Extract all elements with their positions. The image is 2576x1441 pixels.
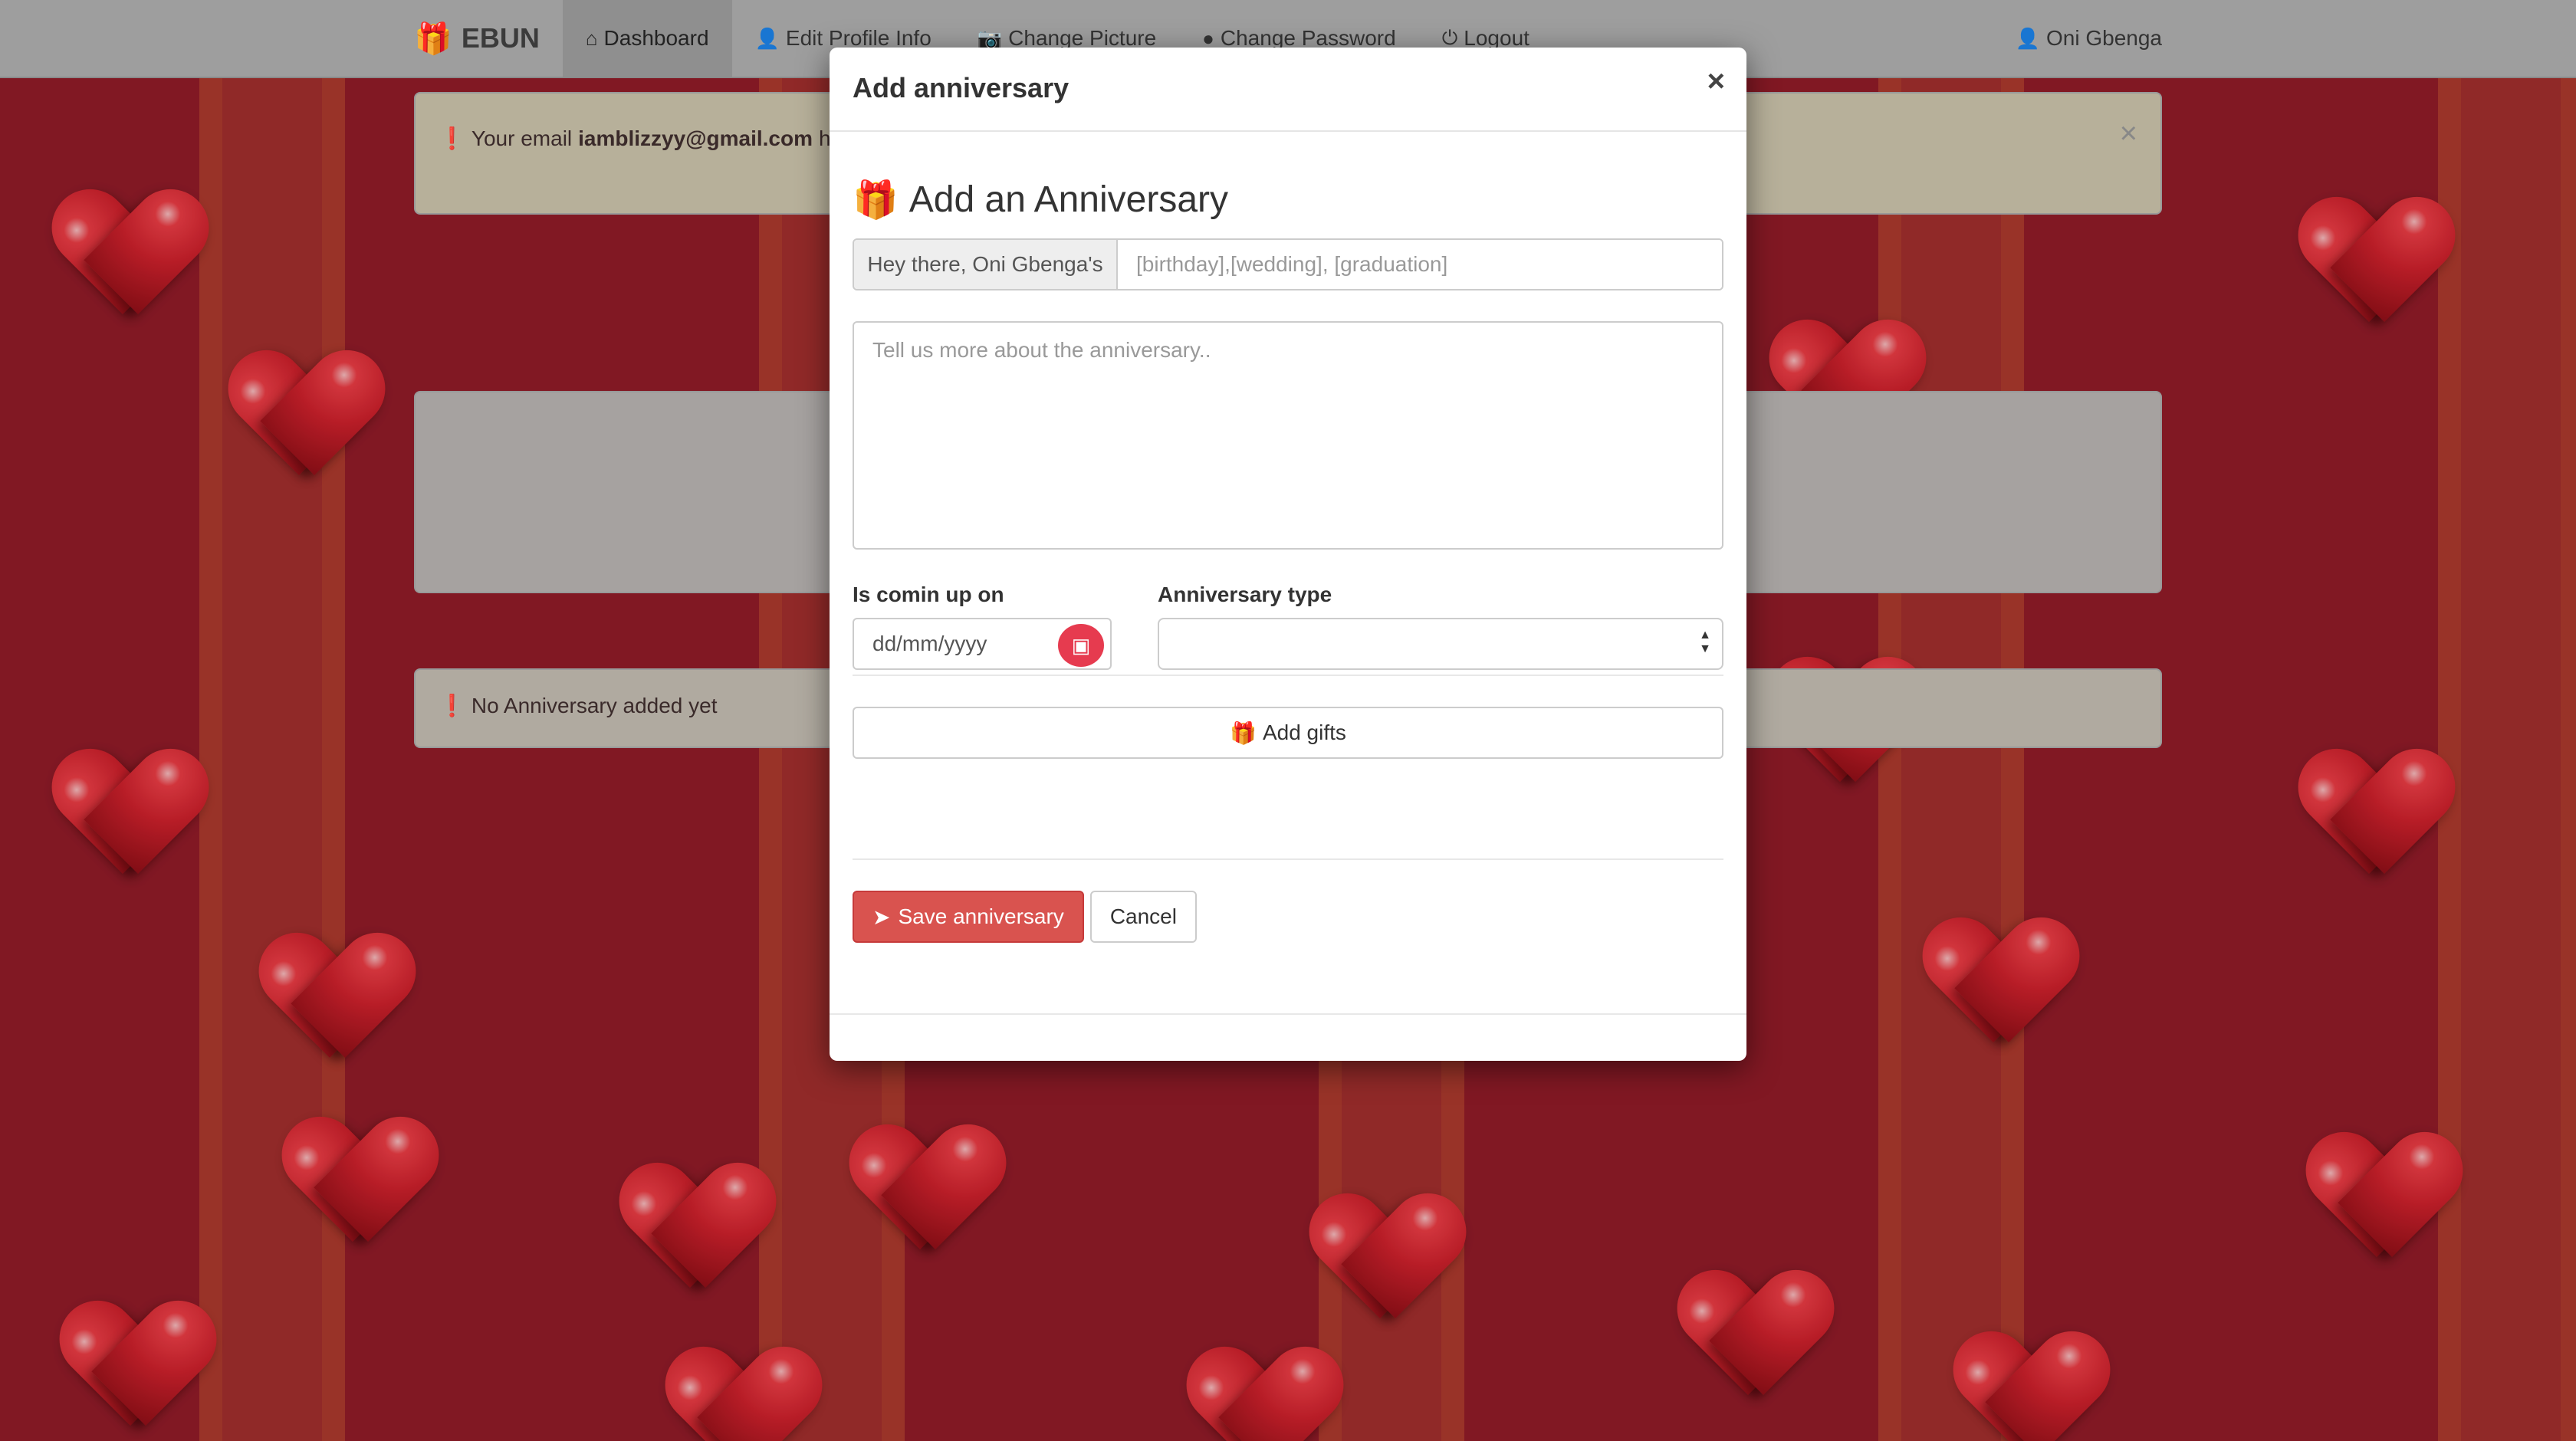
alert-prefix: Your email [471,126,573,150]
circle-icon: ● [1202,26,1214,50]
gift-icon: ⌂ [585,26,598,50]
type-label: Anniversary type [1158,583,1332,606]
form-heading: 🎁 Add an Anniversary [853,178,1723,222]
cancel-button[interactable]: Cancel [1089,891,1197,943]
anniversary-name-group: Hey there, Oni Gbenga's [853,238,1723,290]
divider [830,1013,1746,1015]
nav-user-name: Oni Gbenga [2046,26,2162,50]
divider [853,858,1723,860]
gift-icon: 🎁 [414,21,452,56]
save-label: Save anniversary [898,904,1064,928]
greeting-addon: Hey there, Oni Gbenga's [854,240,1118,289]
no-anniversary-text: No Anniversary added yet [471,693,718,717]
type-field: Anniversary type ▲ ▼ [1158,583,1723,675]
user-icon: 👤 [2015,26,2040,50]
close-icon[interactable]: × [1707,64,1725,99]
modal-header: Add anniversary × [830,48,1746,132]
select-arrows-icon: ▲ ▼ [1699,629,1711,655]
brand-name: EBUN [461,22,540,54]
date-field: Is comin up on dd/mm/yyyy ▣ [853,583,1112,675]
modal-actions: ➤ Save anniversary Cancel [853,891,1723,943]
anniversary-type-select[interactable]: ▲ ▼ [1158,618,1723,670]
date-label: Is comin up on [853,583,1004,606]
date-input[interactable]: dd/mm/yyyy ▣ [853,618,1112,670]
calendar-icon[interactable]: ▣ [1058,624,1104,667]
date-type-row: Is comin up on dd/mm/yyyy ▣ Anniversary … [853,583,1723,675]
modal-body: 🎁 Add an Anniversary Hey there, Oni Gben… [853,132,1723,943]
form-heading-text: Add an Anniversary [909,179,1229,220]
nav-dashboard-label: Dashboard [603,26,709,50]
divider [853,675,1723,676]
send-icon: ➤ [872,904,891,929]
date-placeholder: dd/mm/yyyy [872,632,987,655]
save-anniversary-button[interactable]: ➤ Save anniversary [853,891,1084,943]
exclamation-icon: ❗ [439,126,465,150]
user-icon: 👤 [754,26,780,50]
exclamation-icon: ❗ [439,694,465,717]
add-gifts-label: Add gifts [1262,720,1346,744]
gift-icon: 🎁 [1230,720,1257,745]
close-icon[interactable]: × [2120,117,2137,151]
anniversary-name-input[interactable] [1118,240,1722,289]
gift-icon: 🎁 [853,180,899,221]
add-anniversary-modal: Add anniversary × 🎁 Add an Anniversary H… [830,48,1746,1061]
nav-user[interactable]: 👤 Oni Gbenga [2016,26,2162,51]
anniversary-description-textarea[interactable] [853,321,1723,550]
add-gifts-button[interactable]: 🎁 Add gifts [853,707,1723,759]
camera-icon: 📷 [977,26,1003,50]
alert-email: iamblizzyy@gmail.com [578,126,813,150]
brand[interactable]: 🎁 EBUN [414,21,540,57]
modal-title: Add anniversary [853,72,1070,103]
nav-dashboard[interactable]: ⌂ Dashboard [562,0,732,77]
